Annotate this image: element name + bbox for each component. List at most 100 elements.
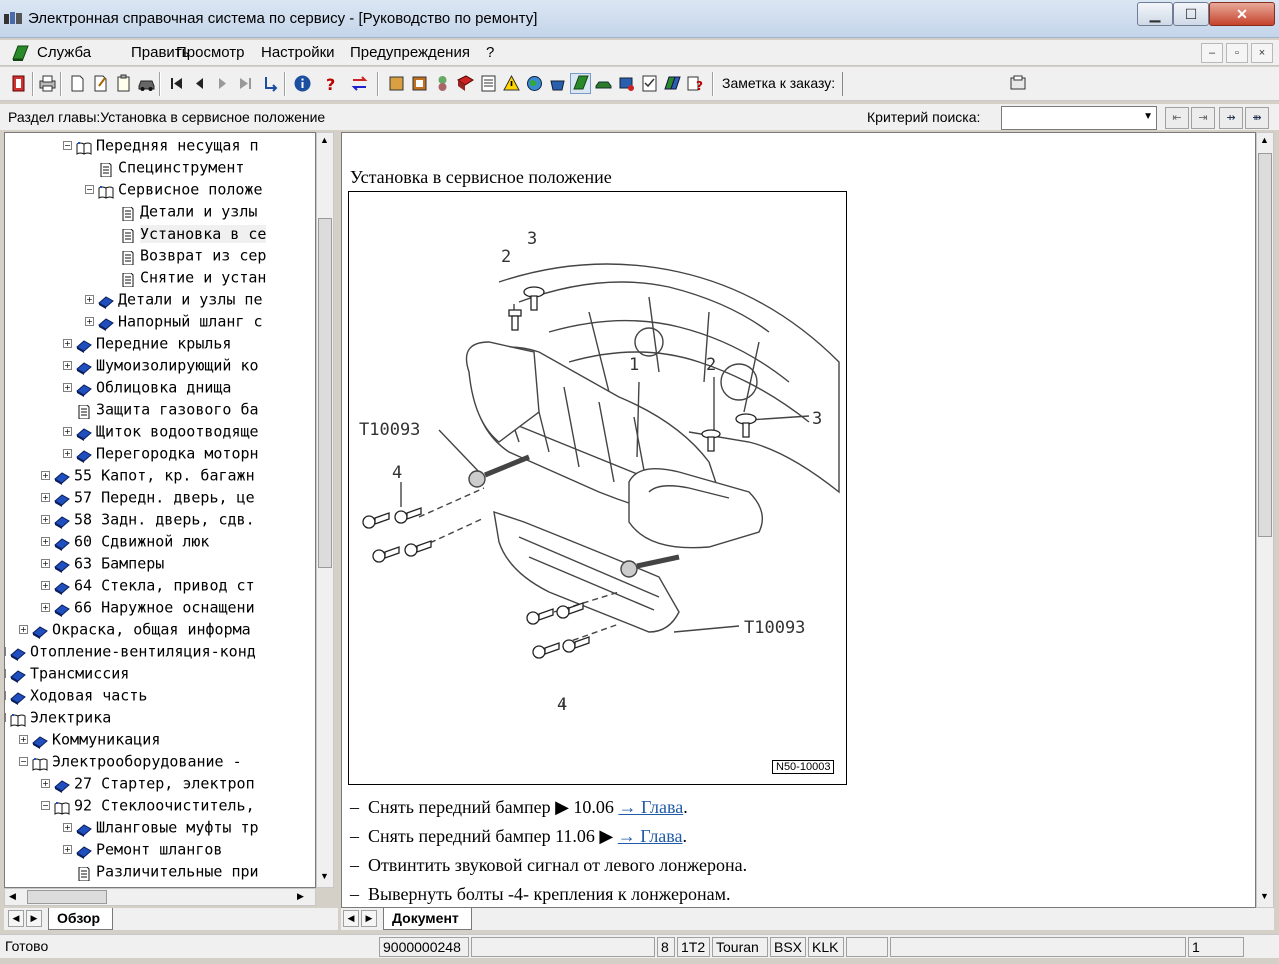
tree-item[interactable]: Установка в се	[107, 222, 267, 244]
tree-item[interactable]: Возврат из сер	[107, 244, 266, 266]
tree-item[interactable]: + Щиток водоотводяще	[63, 420, 259, 442]
expand-icon[interactable]: +	[63, 823, 72, 832]
tree-item[interactable]: + Перегородка моторн	[63, 442, 259, 464]
tree-item[interactable]: + Отопление-вентиляция-конд	[5, 640, 256, 662]
expand-icon[interactable]: +	[41, 779, 50, 788]
car-icon[interactable]	[136, 73, 157, 94]
tree-item[interactable]: +63 Бамперы	[41, 552, 164, 574]
collapse-icon[interactable]: −	[41, 801, 50, 810]
collapse-icon[interactable]: −	[5, 713, 6, 722]
tree-item[interactable]: + Облицовка днища	[63, 376, 231, 398]
clipboard-icon[interactable]	[113, 73, 134, 94]
navigation-tree[interactable]: − Передняя несущая п Специнструмент − Сервис…	[4, 132, 316, 888]
go-up-icon[interactable]	[260, 73, 281, 94]
tree-item[interactable]: +58 Задн. дверь, сдв.	[41, 508, 255, 530]
red-book-icon[interactable]	[455, 73, 476, 94]
tree-vertical-scrollbar[interactable]: ▲ ▼	[316, 132, 334, 888]
tree-item[interactable]: +64 Стекла, привод ст	[41, 574, 255, 596]
tab-document[interactable]: Документ	[383, 908, 472, 930]
manual-icon[interactable]	[570, 73, 591, 94]
expand-icon[interactable]: +	[41, 471, 50, 480]
maximize-button[interactable]: ☐	[1173, 2, 1209, 26]
workshop-icon[interactable]	[386, 73, 407, 94]
menu-help[interactable]: ?	[486, 44, 494, 61]
basket-icon[interactable]	[547, 73, 568, 94]
previous-page-icon[interactable]	[189, 73, 210, 94]
expand-icon[interactable]: +	[41, 515, 50, 524]
tree-item[interactable]: − Передняя несущая п	[63, 134, 259, 156]
tree-horizontal-scrollbar[interactable]: ◀ ▶	[4, 888, 316, 906]
doc-tab-scroll-right-icon[interactable]: ▶	[361, 910, 377, 927]
warning-icon[interactable]	[501, 73, 522, 94]
note-help-icon[interactable]: ?	[685, 73, 706, 94]
expand-icon[interactable]: +	[85, 317, 94, 326]
collapse-icon[interactable]: −	[85, 185, 94, 194]
globe-icon[interactable]	[524, 73, 545, 94]
tree-item[interactable]: + Коммуникация	[19, 728, 160, 750]
expand-icon[interactable]: +	[63, 427, 72, 436]
expand-icon[interactable]: +	[63, 449, 72, 458]
tree-item[interactable]: Специнструмент	[85, 156, 244, 178]
tree-item[interactable]: + Трансмиссия	[5, 662, 129, 684]
expand-icon[interactable]: +	[5, 669, 6, 678]
find-next-icon[interactable]: ⇻	[1245, 107, 1269, 129]
tree-item[interactable]: − Сервисное положе	[85, 178, 263, 200]
tree-item[interactable]: Различительные при	[63, 860, 259, 882]
tree-item[interactable]: Снятие и устан	[107, 266, 266, 288]
collapse-icon[interactable]: −	[63, 141, 72, 150]
expand-icon[interactable]: +	[41, 537, 50, 546]
expand-icon[interactable]: +	[63, 845, 72, 854]
tree-item[interactable]: − Электрооборудование -	[19, 750, 242, 772]
mdi-restore-button[interactable]: ▫	[1226, 43, 1248, 63]
tree-item[interactable]: Детали и узлы	[107, 200, 257, 222]
edit-document-icon[interactable]	[90, 73, 111, 94]
component-icon[interactable]	[432, 73, 453, 94]
expand-icon[interactable]: +	[5, 647, 6, 656]
tree-item[interactable]: − 92 Стеклоочиститель,	[41, 794, 255, 816]
expand-icon[interactable]: +	[5, 691, 6, 700]
find-previous-icon[interactable]: ⇸	[1219, 107, 1243, 129]
swap-icon[interactable]	[349, 73, 370, 94]
expand-icon[interactable]: +	[85, 295, 94, 304]
expand-icon[interactable]: +	[19, 735, 28, 744]
menu-warnings[interactable]: Предупреждения	[350, 44, 470, 61]
close-button[interactable]: ✕	[1209, 2, 1275, 26]
menu-view[interactable]: Просмотр	[176, 44, 245, 61]
document-vertical-scrollbar[interactable]: ▲ ▼	[1256, 132, 1274, 908]
new-document-icon[interactable]	[67, 73, 88, 94]
expand-icon[interactable]: +	[63, 339, 72, 348]
tab-scroll-right-icon[interactable]: ▶	[26, 910, 42, 927]
info-icon[interactable]	[292, 73, 313, 94]
tree-item[interactable]: Защита газового ба	[63, 398, 259, 420]
tree-item[interactable]: + Передние крылья	[63, 332, 231, 354]
tree-item[interactable]: +60 Сдвижной люк	[41, 530, 209, 552]
menu-service[interactable]: Служба	[37, 44, 91, 61]
chapter-link-1[interactable]: → Глава	[618, 797, 683, 817]
search-forward-icon[interactable]: ⇥	[1191, 107, 1215, 129]
help-icon[interactable]: ?	[320, 73, 341, 94]
print-icon[interactable]	[37, 73, 58, 94]
minimize-button[interactable]: ▁	[1137, 2, 1173, 26]
collapse-icon[interactable]: −	[19, 757, 28, 766]
exit-icon[interactable]	[9, 73, 30, 94]
order-note-field[interactable]	[842, 72, 1004, 96]
chapter-link-2[interactable]: → Глава	[618, 826, 683, 846]
mdi-close-button[interactable]: ×	[1251, 43, 1273, 63]
list-icon[interactable]	[478, 73, 499, 94]
search-back-icon[interactable]: ⇤	[1165, 107, 1189, 129]
parts-icon[interactable]	[409, 73, 430, 94]
diagnosis-icon[interactable]	[616, 73, 637, 94]
next-page-icon[interactable]	[212, 73, 233, 94]
expand-icon[interactable]: +	[63, 383, 72, 392]
menu-settings[interactable]: Настройки	[261, 44, 335, 61]
doc-tab-scroll-left-icon[interactable]: ◀	[343, 910, 359, 927]
order-settings-icon[interactable]	[1008, 73, 1029, 94]
last-page-icon[interactable]	[235, 73, 256, 94]
books-icon[interactable]	[662, 73, 683, 94]
expand-icon[interactable]: +	[41, 603, 50, 612]
mdi-minimize-button[interactable]: –	[1201, 43, 1223, 63]
tree-item[interactable]: + Ходовая часть	[5, 684, 147, 706]
tree-item[interactable]: + Детали и узлы пе	[85, 288, 263, 310]
tab-scroll-left-icon[interactable]: ◀	[8, 910, 24, 927]
search-criteria-select[interactable]: ▼	[1001, 106, 1157, 130]
